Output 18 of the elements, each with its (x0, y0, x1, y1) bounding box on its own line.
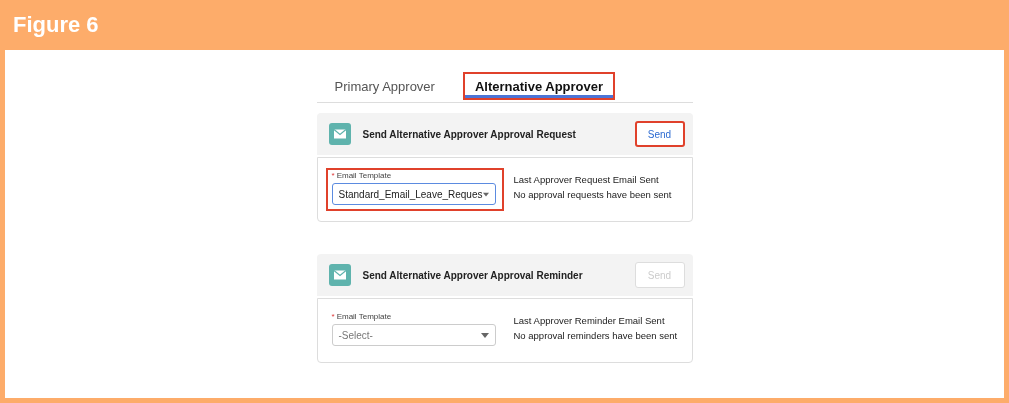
envelope-icon (328, 264, 351, 286)
card-title: Send Alternative Approver Approval Request (362, 128, 577, 140)
status-title: Last Approver Request Email Sent (513, 174, 660, 185)
status-title: Last Approver Reminder Email Sent (513, 315, 666, 326)
tab[interactable]: Primary Approver (322, 72, 447, 100)
status-text: No approval requests have been sent (513, 189, 672, 200)
template-select[interactable]: -Select- (331, 324, 496, 346)
tab[interactable]: Alternative Approver (462, 72, 616, 100)
card-title: Send Alternative Approver Approval Reminder (362, 269, 584, 281)
field-label: * Email Template (331, 312, 393, 321)
send-button[interactable]: Send (634, 121, 685, 147)
caret-icon (482, 191, 489, 197)
figure-title: Figure 6 (13, 12, 99, 38)
caret-icon (480, 332, 489, 338)
status-text: No approval reminders have been sent (513, 330, 678, 341)
field-label: * Email Template (331, 171, 393, 180)
envelope-icon (328, 123, 351, 145)
template-select[interactable]: Standard_Email_Leave_Reques (331, 183, 496, 205)
